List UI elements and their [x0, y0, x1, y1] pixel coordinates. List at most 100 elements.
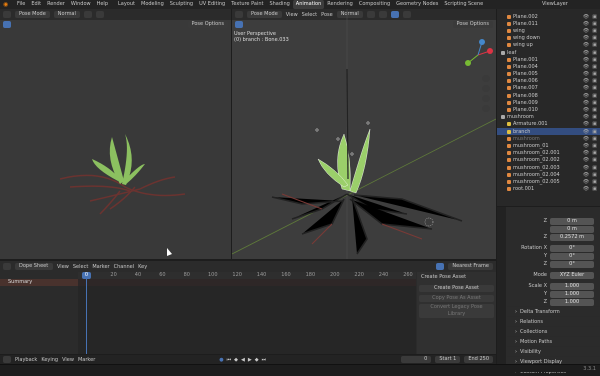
camera-render-icon[interactable]: ▣ [592, 179, 597, 185]
outliner-row[interactable]: Plane.001 👁 ▣ [497, 56, 600, 63]
jump-start-icon[interactable]: ⏮ [227, 357, 232, 363]
visibility-eye-icon[interactable]: 👁 [583, 21, 589, 27]
outliner-row[interactable]: wing up 👁 ▣ [497, 42, 600, 49]
outliner-row[interactable]: Plane.008 👁 ▣ [497, 92, 600, 99]
playhead-line[interactable] [86, 272, 87, 354]
visibility-eye-icon[interactable]: 👁 [583, 78, 589, 84]
end-frame-field[interactable]: End 250 [464, 356, 493, 363]
outliner-row[interactable]: wing down 👁 ▣ [497, 35, 600, 42]
filter-icon[interactable] [436, 263, 445, 270]
prop-field[interactable]: 0° [550, 260, 594, 268]
next-key-icon[interactable]: ◆ [255, 357, 259, 363]
tl-menu-marker[interactable]: Marker [78, 357, 95, 363]
visibility-eye-icon[interactable]: 👁 [583, 42, 589, 48]
outliner-row[interactable]: Plane.007 👁 ▣ [497, 85, 600, 92]
jump-end-icon[interactable]: ⏭ [262, 357, 267, 363]
prop-field[interactable]: 0° [550, 252, 594, 260]
play-reverse-icon[interactable]: ◀ [241, 357, 245, 363]
dopesheet-mode-dropdown[interactable]: Dope Sheet [15, 263, 53, 270]
keying-menu[interactable]: Keying [41, 357, 58, 363]
outliner-row[interactable]: Plane.006 👁 ▣ [497, 78, 600, 85]
current-frame-field[interactable]: 0 [401, 356, 432, 363]
copy-pose-asset-button[interactable]: Copy Pose As Asset [419, 295, 494, 302]
camera-render-icon[interactable]: ▣ [592, 172, 597, 178]
menu-file[interactable]: File [14, 0, 28, 9]
workspace-tab-rendering[interactable]: Rendering [324, 0, 356, 9]
visibility-eye-icon[interactable]: 👁 [583, 114, 589, 120]
camera-render-icon[interactable]: ▣ [592, 21, 597, 27]
tl-menu-view[interactable]: View [62, 357, 74, 363]
camera-render-icon[interactable]: ▣ [592, 42, 597, 48]
visibility-eye-icon[interactable]: 👁 [583, 100, 589, 106]
camera-render-icon[interactable]: ▣ [592, 150, 597, 156]
visibility-eye-icon[interactable]: 👁 [583, 157, 589, 163]
camera-render-icon[interactable]: ▣ [592, 114, 597, 120]
main-viewport[interactable]: Pose Mode View Select Pose Normal Pose O… [232, 9, 496, 259]
visibility-eye-icon[interactable]: 👁 [583, 121, 589, 127]
ortho-grid-icon[interactable] [482, 105, 490, 112]
blender-logo-icon[interactable]: ◉ [3, 1, 11, 8]
panel-section[interactable]: › Visibility [507, 346, 600, 356]
outliner-row[interactable]: Plane.002 👁 ▣ [497, 13, 600, 20]
visibility-eye-icon[interactable]: 👁 [583, 186, 589, 192]
camera-render-icon[interactable]: ▣ [592, 107, 597, 113]
visibility-eye-icon[interactable]: 👁 [583, 64, 589, 70]
visibility-eye-icon[interactable]: 👁 [583, 50, 589, 56]
prop-field[interactable]: 1.000 [550, 290, 594, 298]
prop-field[interactable]: 0° [550, 244, 594, 252]
workspace-tab-layout[interactable]: Layout [115, 0, 138, 9]
outliner-row[interactable]: mushroom_02.001 👁 ▣ [497, 150, 600, 157]
timeline-editor-icon[interactable] [3, 356, 11, 363]
visibility-eye-icon[interactable]: 👁 [583, 172, 589, 178]
summary-channel[interactable]: Summary [0, 279, 78, 286]
workspace-tab-sculpting[interactable]: Sculpting [167, 0, 196, 9]
outliner-row[interactable]: mushroom_02.005 👁 ▣ [497, 178, 600, 185]
outliner-row[interactable]: Armature.001 👁 ▣ [497, 121, 600, 128]
prev-key-icon[interactable]: ◆ [234, 357, 238, 363]
camera-render-icon[interactable]: ▣ [592, 186, 597, 192]
panel-section[interactable]: › Collections [507, 326, 600, 336]
dopesheet-editor-icon[interactable] [3, 263, 11, 270]
workspace-tab-shading[interactable]: Shading [266, 0, 292, 9]
outliner-row[interactable]: mushroom 👁 ▣ [497, 114, 600, 121]
camera-render-icon[interactable]: ▣ [592, 143, 597, 149]
visibility-eye-icon[interactable]: 👁 [583, 143, 589, 149]
visibility-eye-icon[interactable]: 👁 [583, 165, 589, 171]
outliner-row[interactable]: mushroom_02.002 👁 ▣ [497, 157, 600, 164]
outliner-row[interactable]: Plane.011 👁 ▣ [497, 20, 600, 27]
ds-menu-view[interactable]: View [57, 264, 69, 270]
visibility-eye-icon[interactable]: 👁 [583, 14, 589, 20]
outliner-row[interactable]: mushroom_01 👁 ▣ [497, 142, 600, 149]
frame-ruler[interactable]: 0 20 40 60 80 100 120 140 160 180 200 220 240 260 [78, 272, 416, 279]
prop-field[interactable]: 1.000 [550, 298, 594, 306]
camera-render-icon[interactable]: ▣ [592, 93, 597, 99]
camera-render-icon[interactable]: ▣ [592, 35, 597, 41]
convert-legacy-button[interactable]: Convert Legacy Pose Library [419, 304, 494, 318]
prop-field[interactable]: 1.000 [550, 282, 594, 290]
outliner-row[interactable]: leaf 👁 ▣ [497, 49, 600, 56]
camera-view-icon[interactable] [482, 95, 490, 102]
play-icon[interactable]: ▶ [248, 357, 252, 363]
menu-render[interactable]: Render [44, 0, 68, 9]
visibility-eye-icon[interactable]: 👁 [583, 35, 589, 41]
camera-render-icon[interactable]: ▣ [592, 57, 597, 63]
visibility-eye-icon[interactable]: 👁 [583, 57, 589, 63]
start-frame-field[interactable]: Start 1 [435, 356, 461, 363]
workspace-tab-scripting[interactable]: Scripting [441, 0, 469, 9]
panel-section[interactable]: › Relations [507, 316, 600, 326]
camera-render-icon[interactable]: ▣ [592, 28, 597, 34]
outliner-row[interactable]: root.001 👁 ▣ [497, 186, 600, 193]
outliner-row[interactable]: mushroom_02.004 👁 ▣ [497, 171, 600, 178]
panel-section[interactable]: › Motion Paths [507, 336, 600, 346]
record-icon[interactable]: ● [219, 357, 223, 363]
outliner-row[interactable]: mushroom_02.003 👁 ▣ [497, 164, 600, 171]
visibility-eye-icon[interactable]: 👁 [583, 85, 589, 91]
outliner-row[interactable]: wing 👁 ▣ [497, 27, 600, 34]
camera-render-icon[interactable]: ▣ [592, 165, 597, 171]
ds-menu-marker[interactable]: Marker [92, 264, 109, 270]
navigation-gizmo[interactable] [460, 37, 496, 73]
scene-label[interactable]: Scene [468, 0, 483, 9]
camera-render-icon[interactable]: ▣ [592, 157, 597, 163]
workspace-tab-animation[interactable]: Animation [292, 0, 325, 9]
workspace-tab-texture-paint[interactable]: Texture Paint [228, 0, 266, 9]
